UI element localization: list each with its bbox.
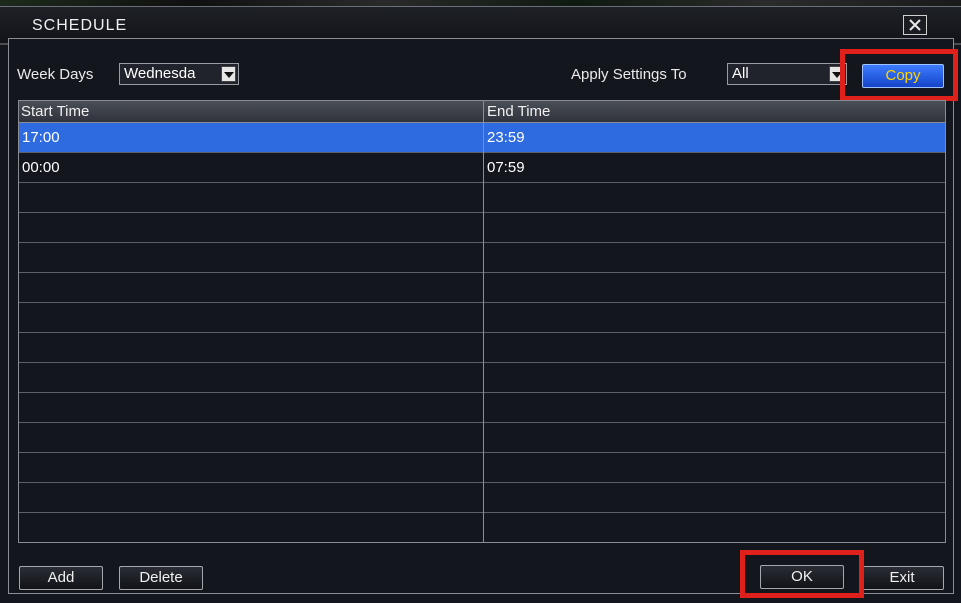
delete-button[interactable]: Delete — [119, 566, 203, 590]
week-days-select[interactable]: Wednesda — [119, 63, 239, 85]
table-row[interactable] — [19, 483, 945, 513]
apply-settings-value: All — [732, 65, 749, 82]
ok-highlight-box — [740, 550, 864, 598]
apply-settings-select[interactable]: All — [727, 63, 847, 85]
table-row[interactable]: 00:00 07:59 — [19, 153, 945, 183]
table-row[interactable] — [19, 303, 945, 333]
column-divider — [483, 101, 484, 542]
chevron-down-icon — [221, 66, 236, 82]
copy-highlight-box — [840, 49, 958, 101]
table-row[interactable] — [19, 333, 945, 363]
add-button[interactable]: Add — [19, 566, 103, 590]
close-icon — [909, 19, 921, 31]
table-row[interactable] — [19, 363, 945, 393]
start-time-cell: 00:00 — [22, 159, 60, 176]
table-row[interactable] — [19, 453, 945, 483]
apply-settings-label: Apply Settings To — [571, 66, 687, 83]
dialog-title: SCHEDULE — [32, 17, 128, 34]
table-row[interactable] — [19, 243, 945, 273]
table-row[interactable] — [19, 513, 945, 543]
close-button[interactable] — [903, 15, 927, 35]
table-row[interactable] — [19, 423, 945, 453]
table-row[interactable]: 17:00 23:59 — [19, 123, 945, 153]
exit-button[interactable]: Exit — [860, 566, 944, 590]
table-header: Start Time End Time — [19, 101, 945, 123]
column-header-end-time: End Time — [487, 103, 551, 120]
table-row[interactable] — [19, 183, 945, 213]
column-header-start-time: Start Time — [21, 103, 90, 120]
end-time-cell: 07:59 — [487, 159, 525, 176]
schedule-table: Start Time End Time 17:00 23:59 00:00 07… — [18, 100, 946, 543]
table-row[interactable] — [19, 273, 945, 303]
start-time-cell: 17:00 — [22, 129, 60, 146]
table-row[interactable] — [19, 213, 945, 243]
week-days-label: Week Days — [17, 66, 94, 83]
end-time-cell: 23:59 — [487, 129, 525, 146]
week-days-value: Wednesda — [124, 65, 196, 82]
table-row[interactable] — [19, 393, 945, 423]
